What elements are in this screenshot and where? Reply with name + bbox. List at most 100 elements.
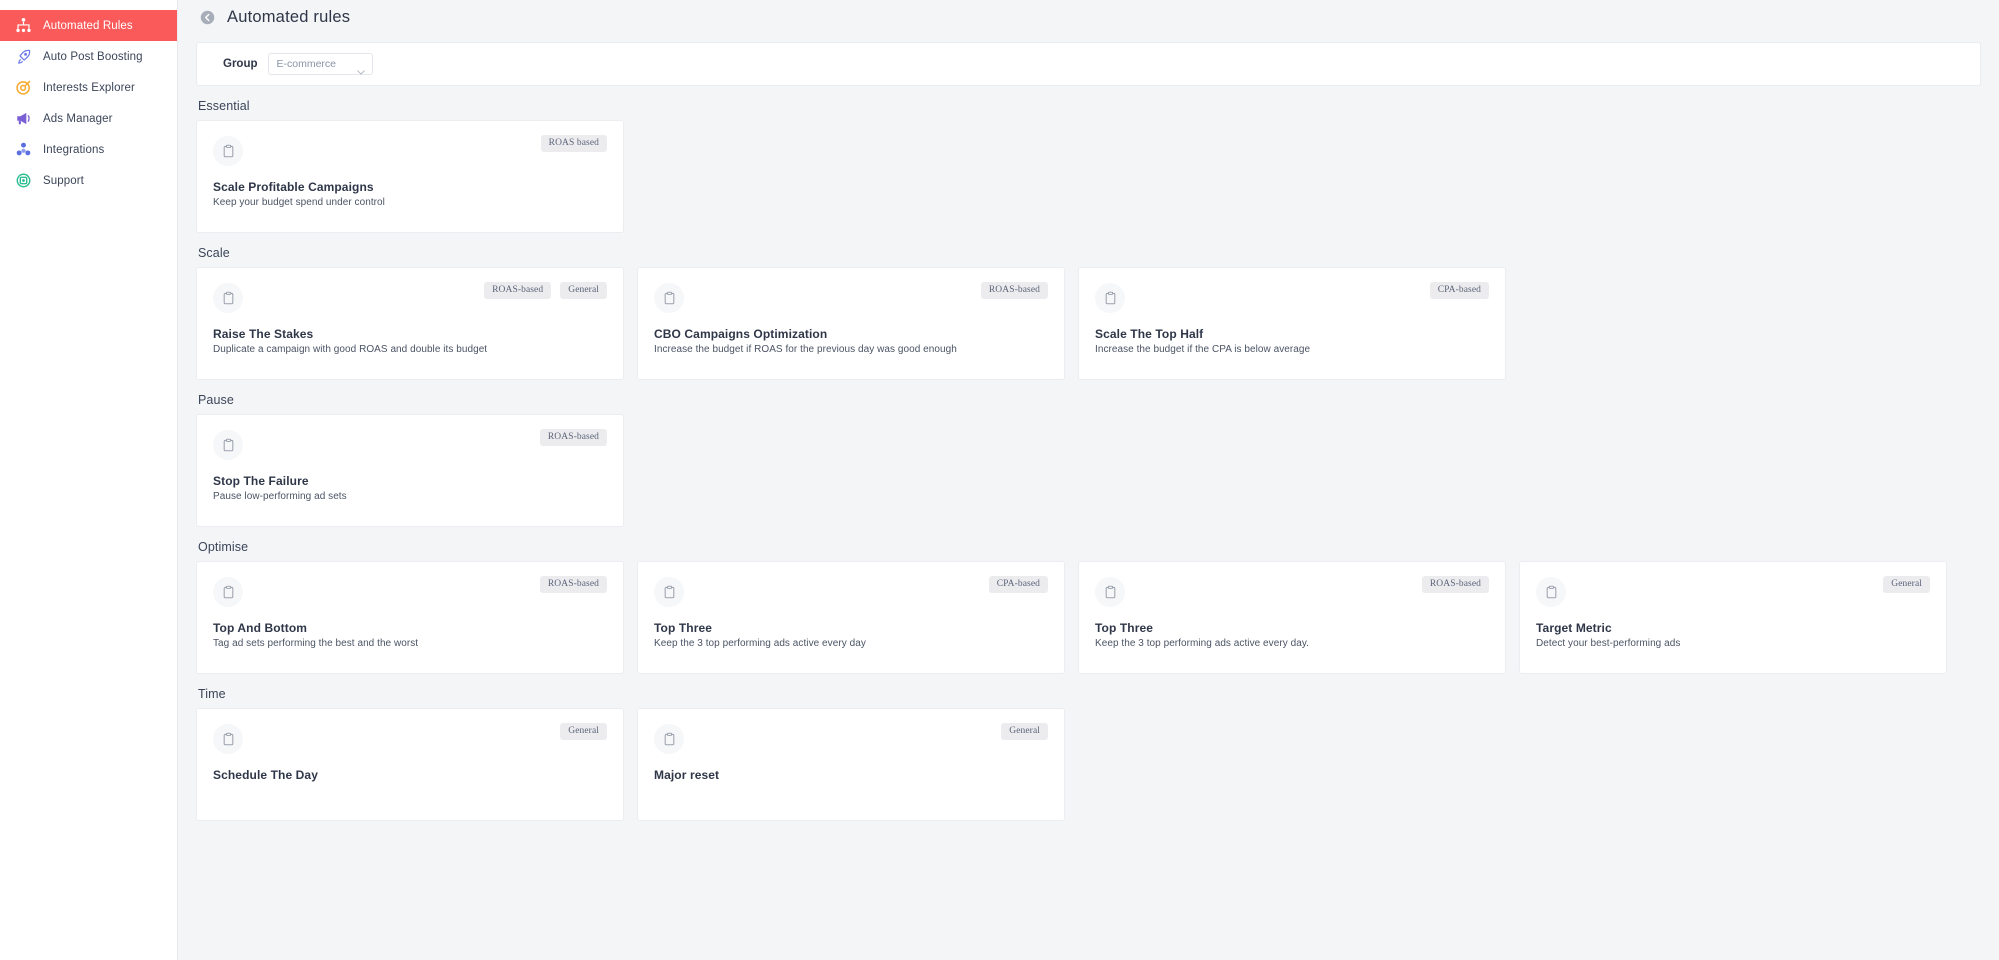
rule-card[interactable]: General Schedule The Day: [196, 708, 624, 821]
sidebar-item-auto-post-boosting[interactable]: Auto Post Boosting: [0, 41, 177, 72]
rule-description: Detect your best-performing ads: [1536, 638, 1681, 649]
section-title: Pause: [198, 393, 234, 407]
group-label: Group: [223, 58, 258, 70]
sidebar-item-automated-rules[interactable]: Automated Rules: [0, 10, 177, 41]
card-row: ROAS-based General Raise The Stakes Duplica…: [196, 267, 1981, 380]
rule-description: Tag ad sets performing the best and the …: [213, 638, 419, 649]
rocket-icon: [14, 48, 32, 66]
rule-title: Major reset: [654, 768, 720, 782]
rule-title: Scale The Top Half: [1095, 327, 1204, 341]
sidebar-item-label: Integrations: [43, 143, 105, 156]
section-scale: Scale ROAS-based General Raise The Stakes D…: [196, 246, 1981, 380]
rule-card[interactable]: ROAS-based Top Three Keep the 3 top perfor…: [1078, 561, 1506, 674]
badge-group: CPA-based: [988, 576, 1048, 593]
rule-description: Increase the budget if ROAS for the prev…: [654, 344, 957, 355]
rule-badge: General: [1883, 576, 1930, 593]
section-pause: Pause ROAS-based Stop The Failure Pause lo…: [196, 393, 1981, 527]
rule-title: Scale Profitable Campaigns: [213, 180, 374, 194]
main-area: Automated rules Group E-commerce Essenti…: [178, 0, 1999, 960]
page-header: Automated rules: [178, 0, 1999, 34]
rule-card[interactable]: CPA-based Scale The Top Half Increase the …: [1078, 267, 1506, 380]
rule-badge: ROAS-based: [980, 282, 1048, 299]
page-title: Automated rules: [227, 7, 351, 26]
target-icon: [14, 79, 32, 97]
badge-group: General: [1883, 576, 1930, 593]
rule-card[interactable]: ROAS-based Stop The Failure Pause low-perf…: [196, 414, 624, 527]
rule-title: Target Metric: [1536, 621, 1612, 635]
rule-badge: ROAS based: [540, 135, 607, 152]
rule-card[interactable]: ROAS-based Top And Bottom Tag ad sets perf…: [196, 561, 624, 674]
clipboard-icon: [654, 577, 684, 607]
sidebar-item-interests-explorer[interactable]: Interests Explorer: [0, 72, 177, 103]
card-row: ROAS-based Top And Bottom Tag ad sets perf…: [196, 561, 1981, 674]
rule-title: Schedule The Day: [213, 768, 318, 782]
badge-group: ROAS based: [540, 135, 607, 152]
badge-group: General: [1001, 723, 1048, 740]
badge-group: ROAS-based General: [484, 282, 607, 299]
clipboard-icon: [213, 136, 243, 166]
clipboard-icon: [213, 283, 243, 313]
sidebar-item-label: Auto Post Boosting: [43, 50, 143, 63]
sidebar-item-integrations[interactable]: Integrations: [0, 134, 177, 165]
megaphone-icon: [14, 110, 32, 128]
rule-description: Pause low-performing ad sets: [213, 491, 347, 502]
rule-card[interactable]: CPA-based Top Three Keep the 3 top perform…: [637, 561, 1065, 674]
cubes-icon: [14, 141, 32, 159]
clipboard-icon: [213, 430, 243, 460]
card-row: ROAS based Scale Profitable Campaigns Keep…: [196, 120, 1981, 233]
rule-badge: ROAS-based: [539, 576, 607, 593]
rule-badge: General: [560, 282, 607, 299]
card-row: ROAS-based Stop The Failure Pause low-perf…: [196, 414, 1981, 527]
rule-title: Top And Bottom: [213, 621, 308, 635]
rule-description: Duplicate a campaign with good ROAS and …: [213, 344, 488, 355]
sitemap-icon: [14, 17, 32, 35]
filter-bar: Group E-commerce: [196, 42, 1981, 86]
rule-badge: ROAS-based: [484, 282, 552, 299]
rule-badge: ROAS-based: [539, 429, 607, 446]
sections-container: Essential ROAS based Scale Profitable Cam…: [178, 99, 1999, 821]
badge-group: General: [560, 723, 607, 740]
rule-badge: General: [1001, 723, 1048, 740]
rule-title: Raise The Stakes: [213, 327, 314, 341]
clipboard-icon: [213, 577, 243, 607]
sidebar-item-support[interactable]: Support: [0, 165, 177, 196]
sidebar-item-ads-manager[interactable]: Ads Manager: [0, 103, 177, 134]
rule-description: Increase the budget if the CPA is below …: [1095, 344, 1311, 355]
rule-card[interactable]: ROAS-based CBO Campaigns Optimization Incr…: [637, 267, 1065, 380]
group-select-value: E-commerce: [276, 58, 337, 70]
sidebar: Automated Rules Auto Post Boosting Inter…: [0, 0, 178, 960]
rule-badge: CPA-based: [988, 576, 1048, 593]
rule-description: Keep your budget spend under control: [213, 197, 385, 208]
back-arrow-icon[interactable]: [200, 10, 215, 25]
clipboard-icon: [1536, 577, 1566, 607]
section-title: Scale: [198, 246, 230, 260]
section-optimise: Optimise ROAS-based Top And Bottom Tag ad …: [196, 540, 1981, 674]
lifebuoy-icon: [14, 172, 32, 190]
sidebar-item-label: Automated Rules: [43, 19, 133, 32]
sidebar-item-label: Support: [43, 174, 84, 187]
rule-title: Top Three: [1095, 621, 1154, 635]
rule-card[interactable]: General Major reset: [637, 708, 1065, 821]
badge-group: ROAS-based: [1421, 576, 1489, 593]
section-time: Time General Schedule The Day General Majo…: [196, 687, 1981, 821]
clipboard-icon: [654, 283, 684, 313]
clipboard-icon: [1095, 577, 1125, 607]
clipboard-icon: [654, 724, 684, 754]
rule-badge: General: [560, 723, 607, 740]
rule-description: Keep the 3 top performing ads active eve…: [1095, 638, 1309, 649]
clipboard-icon: [213, 724, 243, 754]
rule-title: CBO Campaigns Optimization: [654, 327, 828, 341]
rule-card[interactable]: General Target Metric Detect your best-per…: [1519, 561, 1947, 674]
rule-title: Top Three: [654, 621, 713, 635]
section-essential: Essential ROAS based Scale Profitable Cam…: [196, 99, 1981, 233]
sidebar-item-label: Interests Explorer: [43, 81, 135, 94]
card-row: General Schedule The Day General Major res…: [196, 708, 1981, 821]
group-select[interactable]: E-commerce: [267, 53, 373, 75]
rule-card[interactable]: ROAS-based General Raise The Stakes Duplica…: [196, 267, 624, 380]
sidebar-item-label: Ads Manager: [43, 112, 113, 125]
badge-group: ROAS-based: [539, 429, 607, 446]
section-title: Essential: [198, 99, 250, 113]
badge-group: ROAS-based: [539, 576, 607, 593]
rule-card[interactable]: ROAS based Scale Profitable Campaigns Keep…: [196, 120, 624, 233]
chevron-down-icon: [356, 62, 365, 74]
